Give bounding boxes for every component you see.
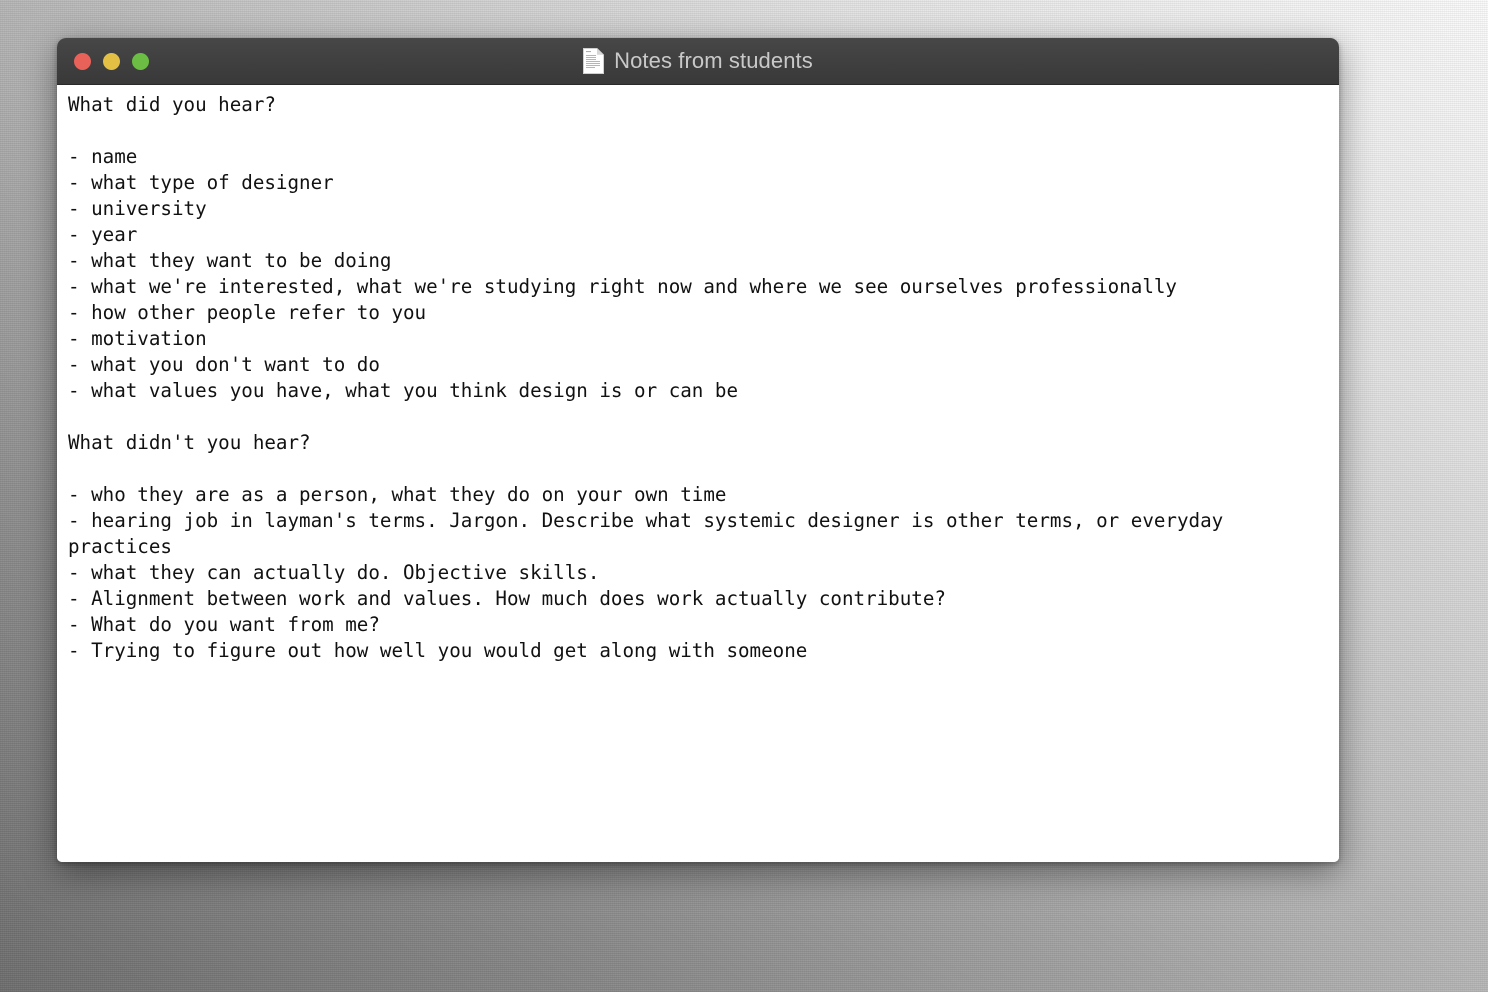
document-icon [583, 48, 605, 74]
window-title: Notes from students [614, 48, 813, 73]
document-content-area[interactable]: What did you hear? - name - what type of… [57, 85, 1339, 862]
window-controls [74, 38, 149, 84]
close-button[interactable] [74, 52, 91, 70]
note-body-text[interactable]: What did you hear? - name - what type of… [57, 85, 1339, 664]
window-title-area: Notes from students [57, 38, 1339, 84]
minimize-button[interactable] [103, 52, 120, 70]
zoom-button[interactable] [132, 52, 149, 70]
window-titlebar[interactable]: Notes from students [57, 38, 1339, 85]
notes-window: Notes from students What did you hear? -… [57, 38, 1339, 862]
